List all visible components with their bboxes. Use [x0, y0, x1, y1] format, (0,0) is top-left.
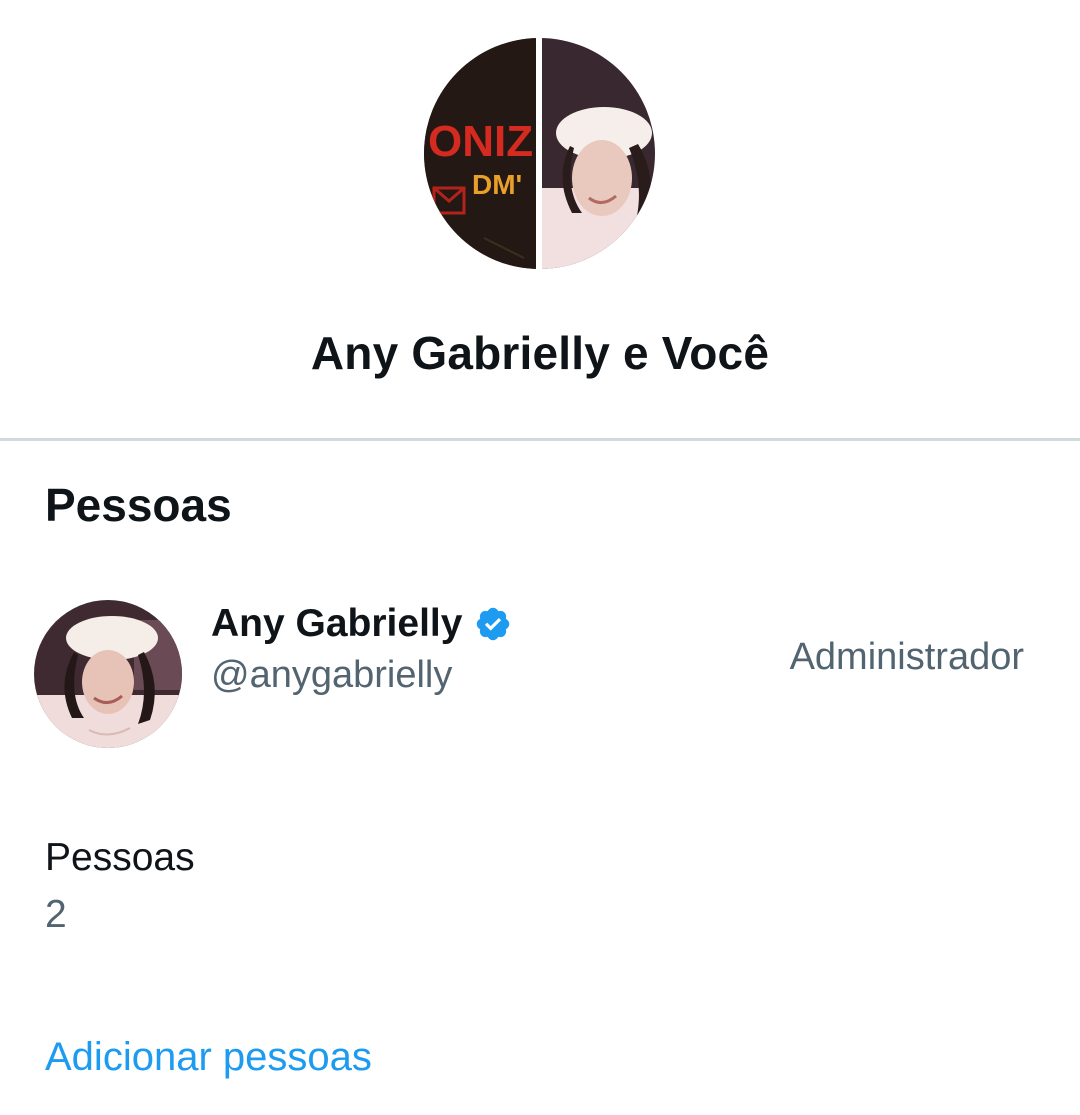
conversation-title: Any Gabrielly e Você [310, 327, 770, 379]
section-divider [0, 438, 1080, 441]
add-people-link[interactable]: Adicionar pessoas [45, 1035, 372, 1080]
people-section-title: Pessoas [45, 479, 232, 531]
conversation-header: ONIZ DM' Any Gabrielly e Você [0, 0, 1080, 438]
verified-badge-icon [477, 607, 510, 641]
member-name: Any Gabrielly [211, 602, 463, 645]
group-avatar[interactable]: ONIZ DM' [424, 38, 655, 269]
people-count-value: 2 [45, 893, 67, 936]
people-count-label: Pessoas [45, 836, 195, 879]
avatar-graffiti-subtext: DM' [472, 169, 522, 200]
avatar[interactable] [34, 600, 182, 748]
member-handle: @anygabrielly [211, 654, 453, 696]
member-role-label: Administrador [789, 636, 1024, 678]
member-name-line: Any Gabrielly [211, 602, 512, 646]
avatar-graffiti-text: ONIZ [428, 117, 533, 166]
member-row[interactable]: Any Gabrielly @anygabrielly Administrado… [0, 598, 1080, 753]
